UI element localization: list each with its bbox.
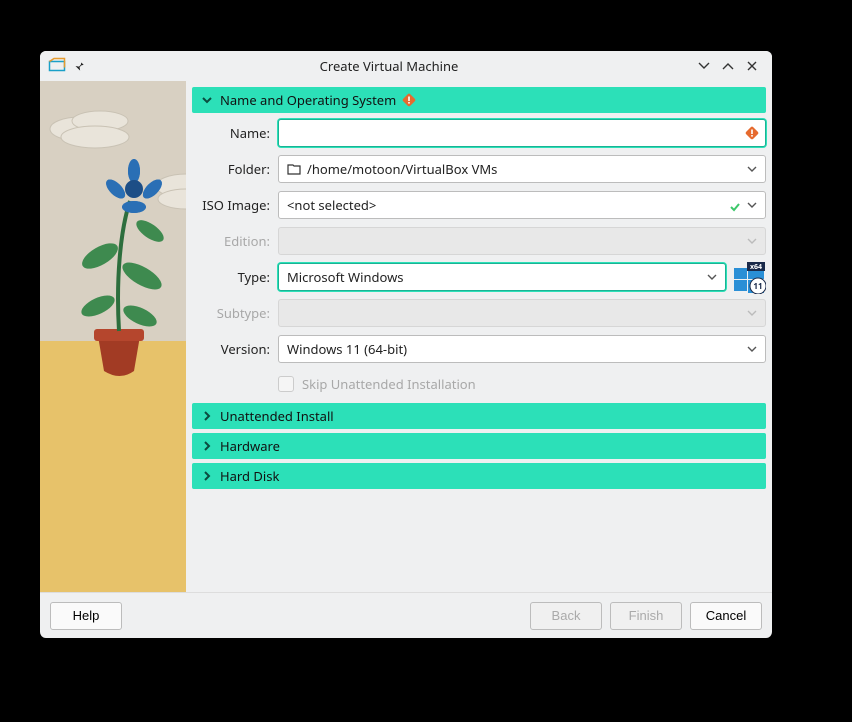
svg-text:11: 11 [753, 281, 762, 292]
content-area: Name and Operating System Name: Folder: … [40, 81, 772, 592]
svg-text:x64: x64 [750, 263, 762, 272]
chevron-down-icon [745, 234, 759, 248]
cancel-button[interactable]: Cancel [690, 602, 762, 630]
section-header-hdd[interactable]: Hard Disk [192, 463, 766, 489]
folder-value: /home/motoon/VirtualBox VMs [307, 160, 757, 178]
edition-label: Edition: [192, 232, 270, 250]
skip-label: Skip Unattended Installation [302, 375, 476, 393]
type-value: Microsoft Windows [287, 268, 717, 286]
button-bar: Help Back Finish Cancel [40, 592, 772, 638]
chevron-right-icon [200, 439, 214, 453]
skip-checkbox [278, 376, 294, 392]
window-title: Create Virtual Machine [86, 57, 692, 75]
section-header-hardware[interactable]: Hardware [192, 433, 766, 459]
chevron-right-icon [200, 469, 214, 483]
type-label: Type: [192, 268, 270, 286]
valid-check-icon [729, 199, 741, 211]
form-area: Name and Operating System Name: Folder: … [186, 81, 772, 592]
chevron-down-icon [745, 198, 759, 212]
folder-select[interactable]: /home/motoon/VirtualBox VMs [278, 155, 766, 183]
section-title: Hard Disk [220, 467, 279, 485]
chevron-right-icon [200, 409, 214, 423]
iso-select[interactable]: <not selected> [278, 191, 766, 219]
chevron-down-icon [745, 162, 759, 176]
edition-select [278, 227, 766, 255]
version-value: Windows 11 (64-bit) [287, 340, 757, 358]
minimize-button[interactable] [692, 54, 716, 78]
maximize-button[interactable] [716, 54, 740, 78]
help-button[interactable]: Help [50, 602, 122, 630]
titlebar: Create Virtual Machine [40, 51, 772, 81]
section-title: Unattended Install [220, 407, 334, 425]
subtype-select [278, 299, 766, 327]
chevron-down-icon [705, 270, 719, 284]
subtype-label: Subtype: [192, 304, 270, 322]
name-input[interactable] [278, 119, 766, 147]
finish-button: Finish [610, 602, 682, 630]
back-button: Back [530, 602, 602, 630]
folder-icon [287, 162, 301, 176]
section-header-name-os[interactable]: Name and Operating System [192, 87, 766, 113]
warning-icon [402, 93, 416, 107]
skip-unattended-row: Skip Unattended Installation [192, 369, 766, 399]
app-icon [48, 57, 66, 75]
version-select[interactable]: Windows 11 (64-bit) [278, 335, 766, 363]
side-illustration [40, 81, 186, 592]
section-header-unattended[interactable]: Unattended Install [192, 403, 766, 429]
chevron-down-icon [745, 342, 759, 356]
iso-value: <not selected> [287, 196, 757, 214]
os-type-icon: x64 11 [732, 261, 766, 293]
pin-icon[interactable] [72, 59, 86, 73]
name-label: Name: [192, 124, 270, 142]
close-button[interactable] [740, 54, 764, 78]
folder-label: Folder: [192, 160, 270, 178]
type-select[interactable]: Microsoft Windows [278, 263, 726, 291]
field-warning-icon [745, 126, 759, 140]
iso-label: ISO Image: [192, 196, 270, 214]
name-field[interactable] [287, 126, 757, 141]
version-label: Version: [192, 340, 270, 358]
section-title: Name and Operating System [220, 91, 396, 109]
section-title: Hardware [220, 437, 280, 455]
dialog-window: Create Virtual Machine [40, 51, 772, 638]
chevron-down-icon [200, 93, 214, 107]
chevron-down-icon [745, 306, 759, 320]
